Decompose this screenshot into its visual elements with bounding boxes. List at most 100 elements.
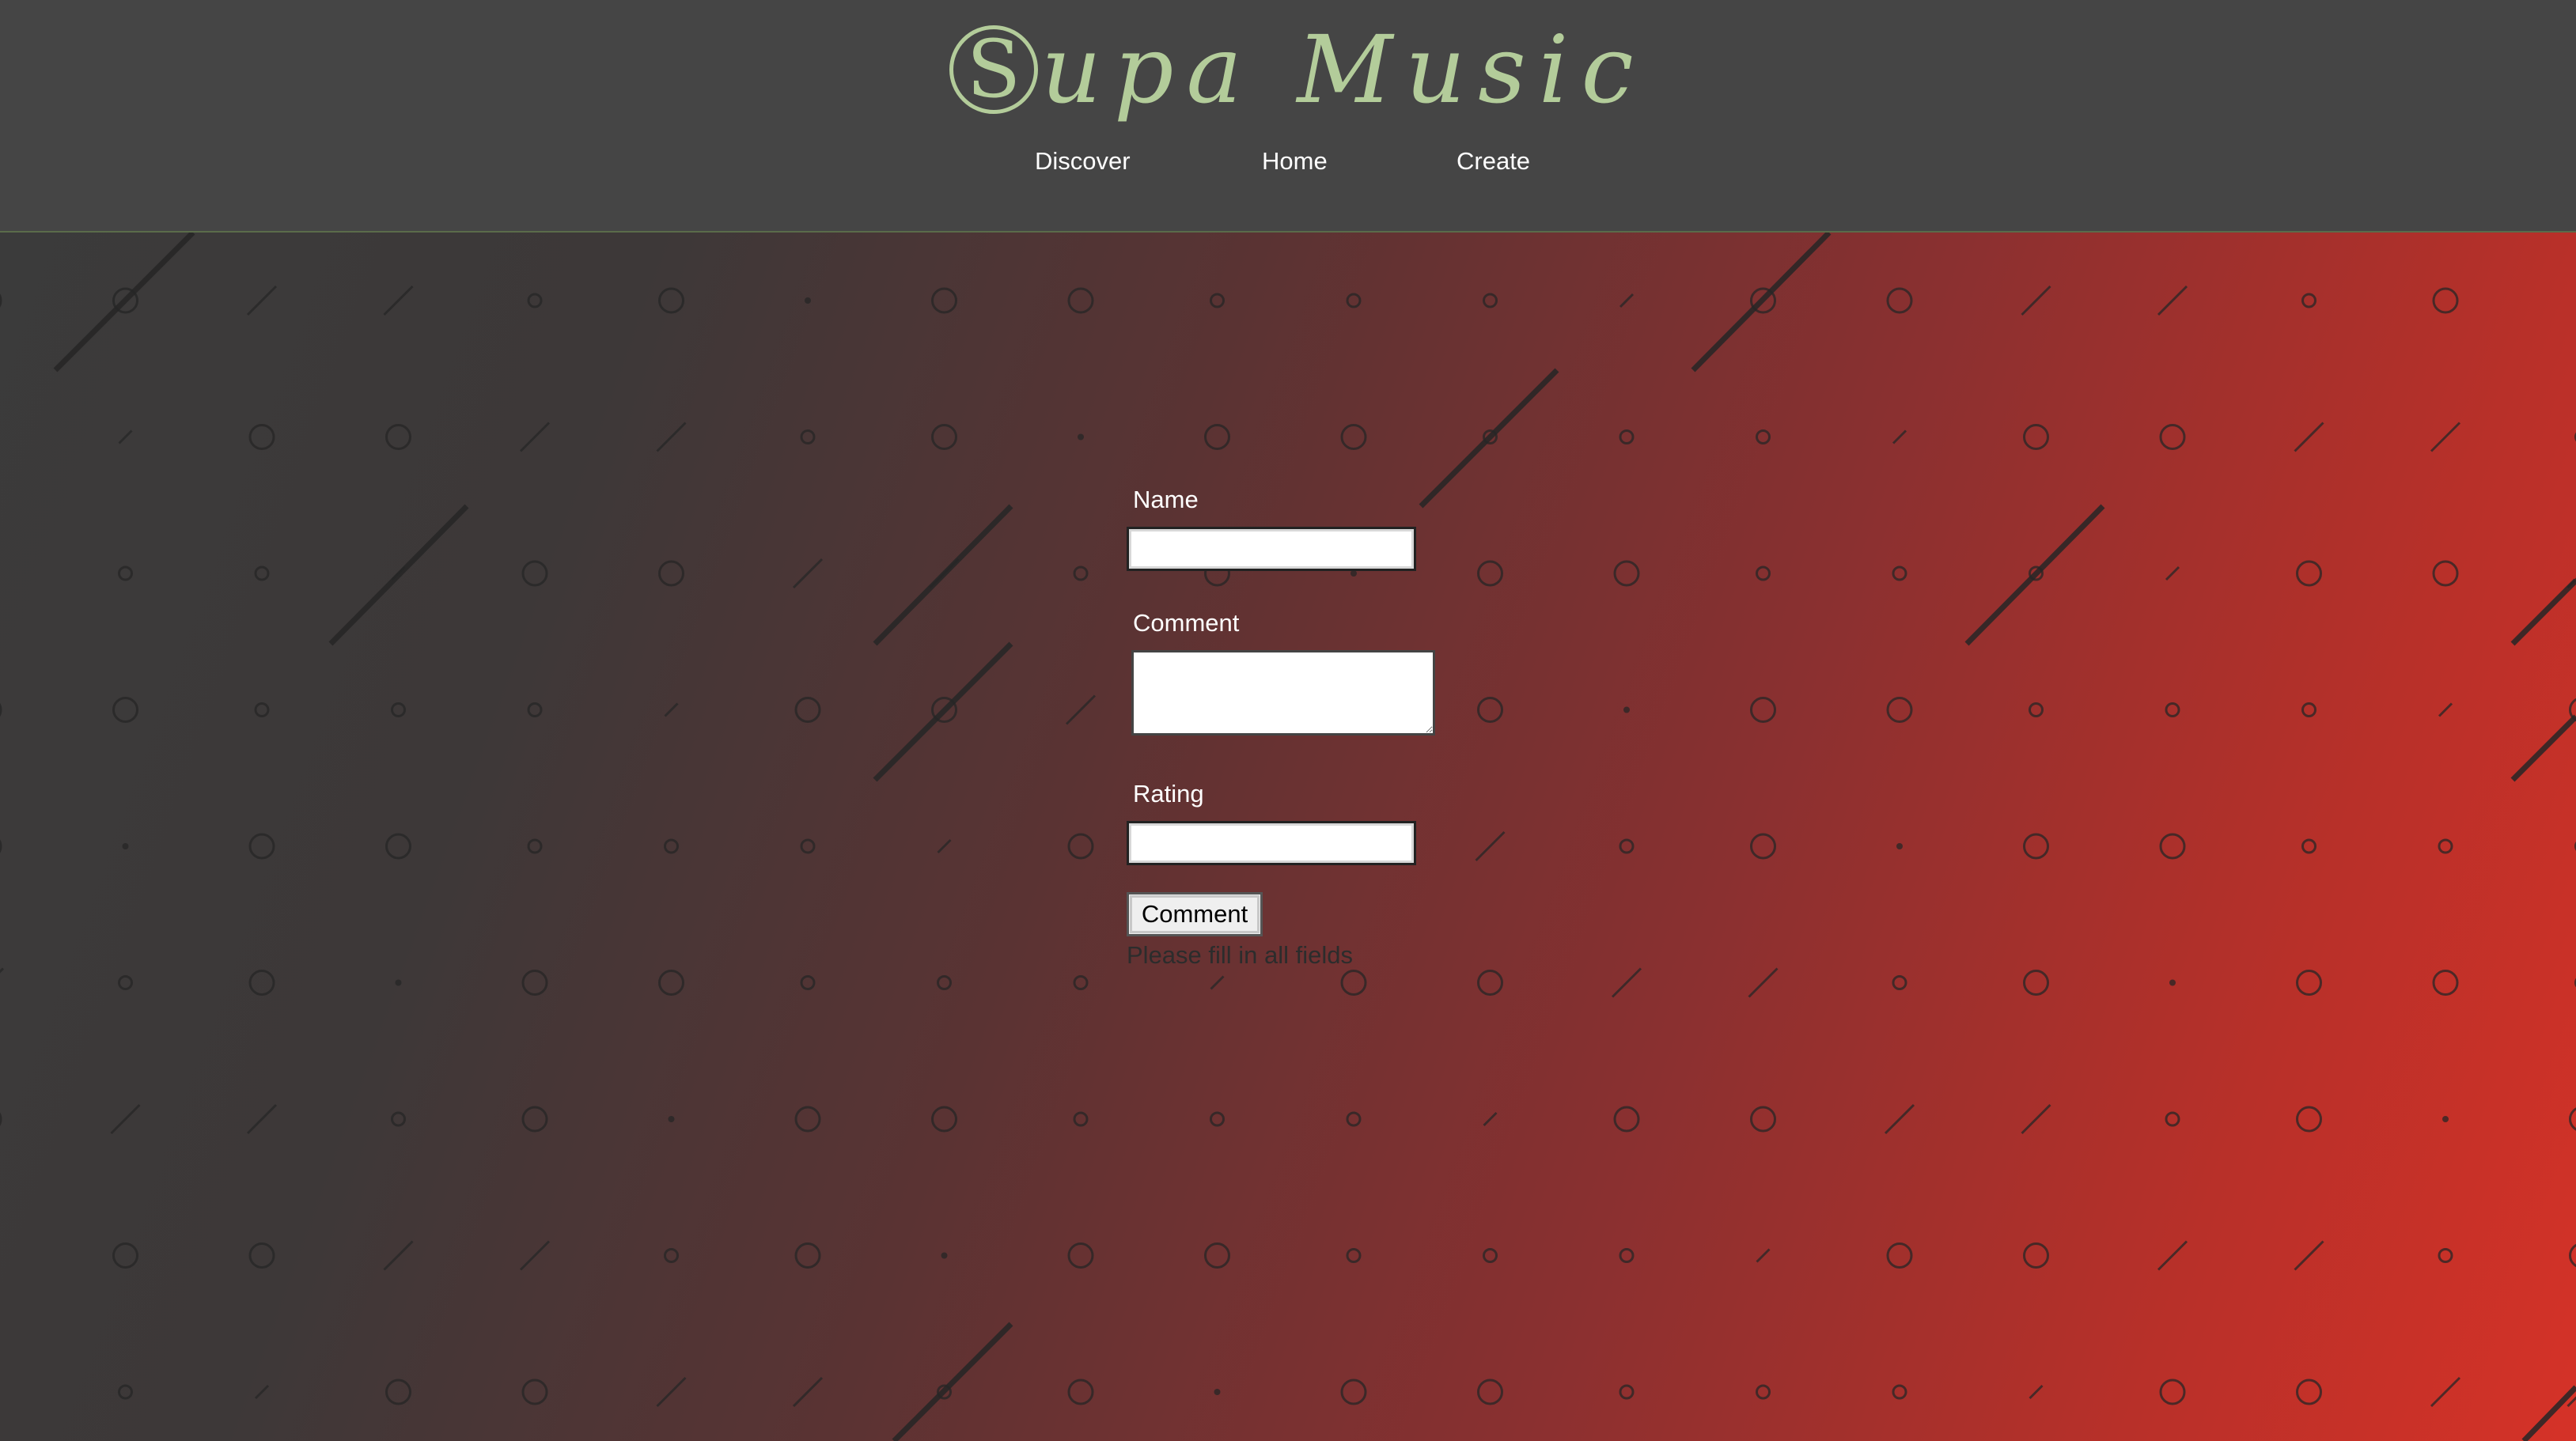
pattern-circle-small (664, 1248, 679, 1263)
pattern-circle (385, 1379, 411, 1405)
pattern-long-slash (328, 504, 469, 646)
pattern-slash-small (2165, 565, 2180, 581)
pattern-circle-small (1619, 1384, 1635, 1400)
pattern-circle-small (1073, 1111, 1089, 1127)
pattern-circle-small (1619, 429, 1635, 444)
pattern-circle-small (391, 1111, 406, 1127)
pattern-circle (2023, 970, 2049, 996)
nav-link-create[interactable]: Create (1457, 147, 1530, 176)
pattern-slash (656, 1376, 687, 1408)
pattern-circle-small (1346, 1111, 1362, 1127)
comment-submit-button[interactable]: Comment (1127, 892, 1263, 936)
pattern-circle-small (1073, 975, 1089, 990)
pattern-slash (2430, 422, 2461, 452)
main-content: Name Comment Rating Comment Please fill … (0, 233, 2576, 1441)
pattern-circle (658, 560, 684, 587)
pattern-circle-small (118, 565, 133, 581)
pattern-slash (1884, 1103, 1915, 1135)
pattern-dot (1078, 433, 1084, 441)
pattern-circle (1067, 833, 1094, 860)
pattern-circle (248, 1242, 275, 1269)
pattern-slash (2157, 285, 2188, 316)
pattern-circle-small (2438, 1248, 2453, 1263)
pattern-circle (2023, 1242, 2049, 1269)
nav-link-discover[interactable]: Discover (1035, 147, 1131, 176)
pattern-circle (1340, 1379, 1367, 1405)
rating-label: Rating (1133, 780, 1204, 807)
pattern-slash (383, 285, 414, 316)
pattern-circle (0, 293, 2, 308)
pattern-circle (112, 1242, 138, 1269)
rating-input[interactable] (1127, 821, 1416, 865)
pattern-circle (1477, 1379, 1503, 1405)
pattern-circle (2569, 1243, 2576, 1268)
pattern-circle-small (1892, 975, 1907, 990)
pattern-long-slash (2521, 1385, 2576, 1441)
pattern-dot (122, 843, 129, 849)
pattern-circle (385, 833, 411, 860)
pattern-dot (395, 979, 402, 986)
pattern-circle (1750, 697, 1776, 723)
pattern-slash (2157, 1240, 2188, 1271)
pattern-circle (931, 1106, 957, 1133)
comment-textarea[interactable] (1131, 650, 1435, 736)
site-logo[interactable]: S upa Music (949, 14, 1646, 125)
pattern-circle (794, 1106, 821, 1133)
pattern-circle (1067, 287, 1094, 314)
pattern-slash (1475, 830, 1506, 862)
pattern-long-slash (873, 641, 1013, 782)
pattern-circle (2432, 560, 2459, 587)
pattern-circle (521, 560, 548, 587)
main-nav: Discover Home Create (0, 147, 2576, 187)
pattern-circle (2159, 833, 2186, 860)
pattern-circle-small (391, 702, 406, 717)
pattern-long-slash (2510, 714, 2576, 782)
pattern-circle (1477, 560, 1503, 587)
pattern-circle (1067, 1379, 1094, 1405)
pattern-slash (2021, 285, 2051, 316)
pattern-circle-small (2301, 702, 2317, 717)
pattern-slash-small (664, 702, 679, 717)
pattern-slash-small (2438, 702, 2453, 717)
logo-initial-circle: S (949, 25, 1038, 114)
pattern-circle (1340, 424, 1367, 450)
pattern-slash (1065, 694, 1097, 725)
pattern-slash (792, 558, 824, 589)
validation-message: Please fill in all fields (1127, 941, 1354, 969)
pattern-circle-small (1483, 293, 1498, 308)
name-input[interactable] (1127, 527, 1416, 571)
pattern-circle (1204, 424, 1230, 450)
pattern-circle (1750, 1106, 1776, 1133)
pattern-circle-small (1892, 565, 1907, 581)
pattern-circle (2432, 970, 2459, 996)
pattern-circle-small (1210, 1111, 1225, 1127)
pattern-circle (931, 287, 957, 314)
pattern-circle-small (800, 975, 816, 990)
pattern-slash (110, 1103, 141, 1135)
pattern-circle-small (937, 975, 952, 990)
pattern-circle (658, 970, 684, 996)
site-header: S upa Music Discover Home Create (0, 0, 2576, 233)
pattern-slash (519, 422, 551, 452)
pattern-slash-small (937, 838, 952, 854)
pattern-circle-small (800, 429, 816, 444)
logo-text: upa Music (1041, 15, 1646, 124)
pattern-circle (0, 1112, 2, 1126)
pattern-dot (1214, 1389, 1221, 1395)
pattern-circle-small (527, 838, 543, 854)
pattern-circle (521, 970, 548, 996)
pattern-slash-small (1756, 1248, 1771, 1263)
pattern-circle (1477, 970, 1503, 996)
pattern-dot (805, 297, 811, 304)
pattern-circle-small (1892, 1384, 1907, 1400)
pattern-slash (2294, 422, 2324, 452)
pattern-circle (1477, 697, 1503, 723)
pattern-circle (931, 424, 957, 450)
pattern-circle-small (527, 702, 543, 717)
pattern-circle-small (1210, 293, 1225, 308)
pattern-circle-small (800, 838, 816, 854)
pattern-long-slash (53, 233, 195, 373)
nav-link-home[interactable]: Home (1262, 147, 1328, 176)
pattern-circle (0, 702, 2, 717)
pattern-dot (1623, 706, 1630, 713)
